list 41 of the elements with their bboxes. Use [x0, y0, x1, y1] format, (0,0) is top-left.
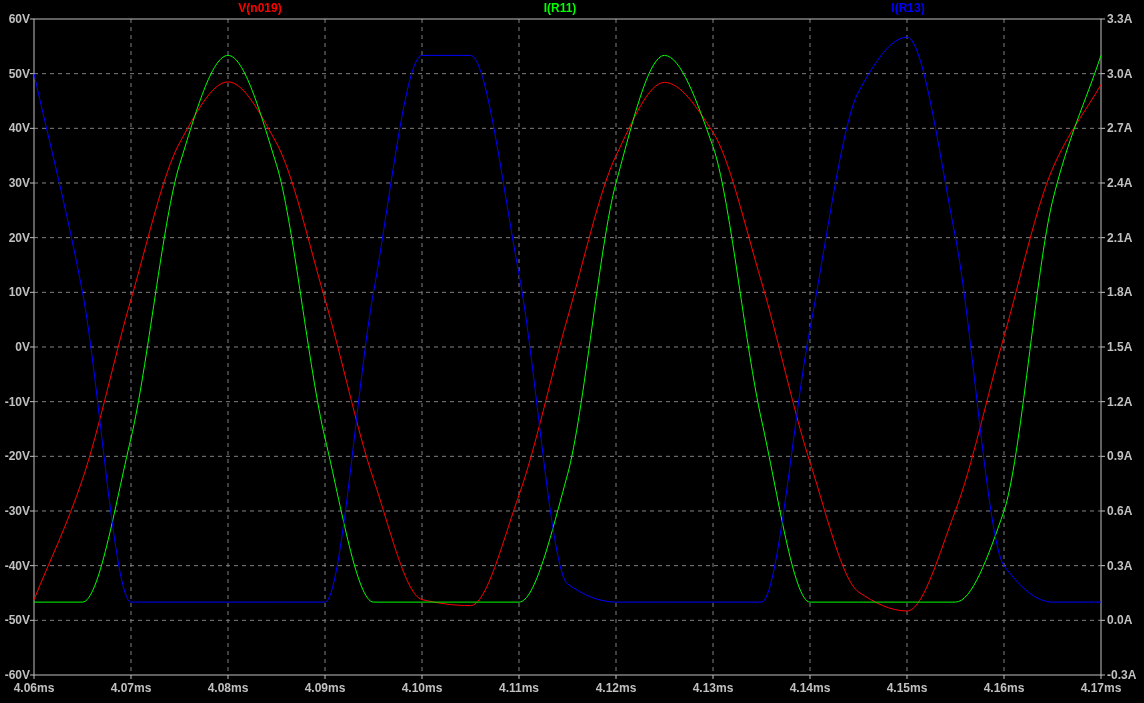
tick-label: 4.08ms [207, 681, 249, 695]
tick-label: 1.2A [1107, 394, 1133, 409]
tick-label: 10V [8, 285, 30, 300]
tick-label: -50V [4, 613, 30, 628]
tick-label: -10V [4, 394, 30, 409]
tick-label: 4.15ms [886, 681, 928, 695]
series-label: I(R13) [891, 1, 925, 15]
tick-label: 2.7A [1107, 121, 1133, 136]
tick-label: -60V [4, 668, 30, 682]
tick-label: 4.17ms [1080, 681, 1122, 695]
tick-label: 4.11ms [499, 681, 539, 695]
tick-label: -0.3A [1107, 668, 1137, 682]
tick-label: 3.3A [1107, 12, 1133, 26]
tick-label: 2.1A [1107, 230, 1133, 245]
tick-label: -20V [4, 449, 30, 464]
tick-label: 0.0A [1107, 613, 1133, 628]
tick-label: 20V [8, 230, 30, 245]
tick-label: 1.8A [1107, 285, 1133, 300]
series-label: V(n019) [238, 1, 282, 15]
tick-label: -40V [4, 558, 30, 573]
tick-label: 0V [15, 340, 30, 354]
tick-label: 4.10ms [401, 681, 443, 695]
tick-label: 1.5A [1107, 340, 1133, 354]
tick-label: 4.16ms [983, 681, 1025, 695]
tick-label: 4.07ms [110, 681, 152, 695]
tick-label: 4.09ms [304, 681, 346, 695]
tick-label: 4.13ms [692, 681, 734, 695]
tick-label: 4.14ms [789, 681, 831, 695]
tick-label: 0.6A [1107, 504, 1133, 518]
tick-label: -30V [4, 504, 30, 518]
tick-label: 3.0A [1107, 66, 1133, 81]
tick-label: 40V [8, 121, 30, 136]
tick-label: 2.4A [1107, 176, 1133, 190]
tick-label: 0.9A [1107, 449, 1133, 464]
tick-label: 4.12ms [595, 681, 637, 695]
tick-label: 30V [8, 176, 30, 190]
tick-label: 50V [8, 66, 30, 81]
tick-label: 4.06ms [13, 681, 55, 695]
series-label: I(R11) [543, 1, 577, 15]
tick-label: 60V [8, 12, 30, 26]
tick-label: 0.3A [1107, 558, 1133, 573]
